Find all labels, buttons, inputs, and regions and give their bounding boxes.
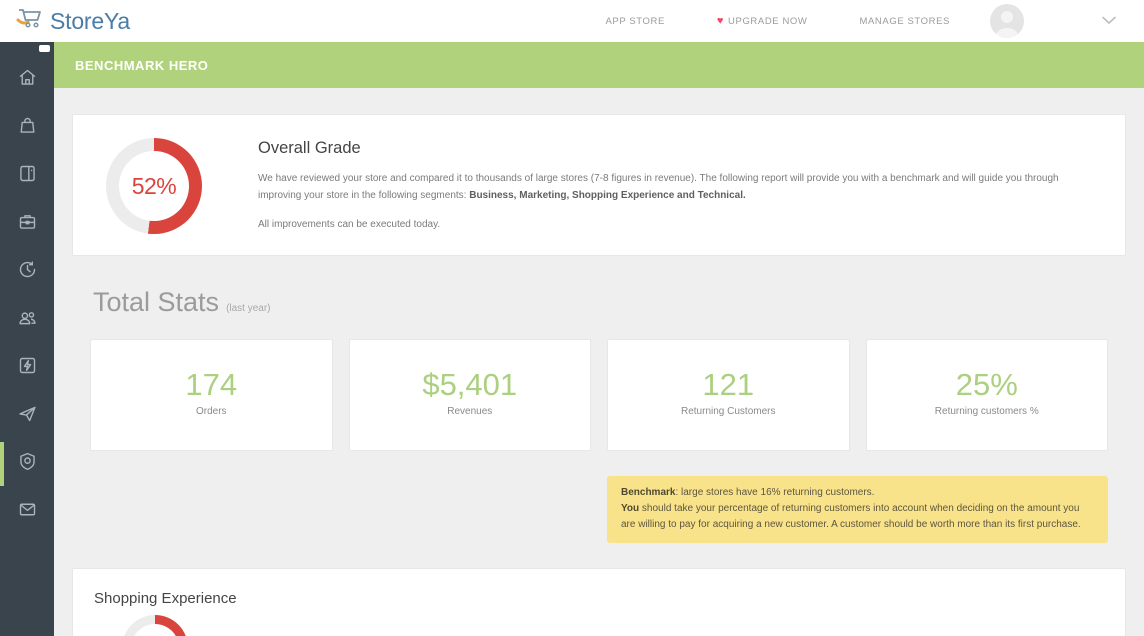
overall-grade-title: Overall Grade — [258, 139, 1073, 158]
overall-grade-description: We have reviewed your store and compared… — [258, 171, 1073, 204]
sidebar-nav — [0, 42, 54, 636]
history-clock-icon — [17, 259, 38, 285]
overall-grade-donut: 52% — [106, 138, 202, 234]
stat-value: 25% — [867, 367, 1108, 403]
nav-upgrade-now[interactable]: ♥ UPGRADE NOW — [717, 16, 808, 27]
book-icon — [17, 163, 38, 189]
home-icon — [17, 67, 38, 93]
user-avatar[interactable] — [990, 4, 1024, 38]
shopping-experience-donut — [122, 615, 188, 636]
heart-icon: ♥ — [717, 16, 724, 27]
nav-manage-label: MANAGE STORES — [859, 16, 950, 27]
sidebar-item-customers[interactable] — [0, 296, 54, 344]
sidebar-item-catalog[interactable] — [0, 152, 54, 200]
cart-logo-icon — [16, 6, 46, 37]
sidebar-collapse-handle[interactable] — [39, 45, 50, 52]
overall-grade-percent: 52% — [132, 173, 177, 200]
stat-label: Orders — [91, 406, 332, 417]
total-stats-subtitle: (last year) — [226, 303, 270, 314]
benchmark-note: Benchmark: large stores have 16% returni… — [607, 476, 1108, 543]
nav-manage-stores[interactable]: MANAGE STORES — [859, 16, 950, 27]
sidebar-item-home[interactable] — [0, 56, 54, 104]
sidebar-item-business[interactable] — [0, 200, 54, 248]
note-line1: : large stores have 16% returning custom… — [675, 487, 874, 498]
stat-label: Revenues — [350, 406, 591, 417]
mail-icon — [17, 499, 38, 525]
chevron-down-icon[interactable] — [1102, 12, 1116, 30]
send-rocket-icon — [17, 403, 38, 429]
donut-hole: 52% — [119, 151, 189, 221]
benchmark-hero-banner: BENCHMARK HERO — [54, 42, 1144, 88]
stat-value: $5,401 — [350, 367, 591, 403]
note-bold-benchmark: Benchmark — [621, 487, 675, 498]
stat-label: Returning Customers — [608, 406, 849, 417]
stat-card-returning-customers: 121 Returning Customers — [607, 339, 850, 451]
sidebar-item-benchmark[interactable] — [0, 440, 54, 488]
stat-value: 121 — [608, 367, 849, 403]
storeya-logo[interactable]: StoreYa — [16, 6, 130, 37]
header-nav: APP STORE ♥ UPGRADE NOW MANAGE STORES — [605, 16, 950, 27]
top-header: StoreYa APP STORE ♥ UPGRADE NOW MANAGE S… — [0, 0, 1144, 42]
nav-upgrade-label: UPGRADE NOW — [728, 16, 807, 27]
shield-icon — [17, 451, 38, 477]
note-line2: should take your percentage of returning… — [621, 503, 1081, 530]
logo-text: StoreYa — [50, 8, 130, 35]
shopping-experience-card: Shopping Experience — [72, 568, 1126, 636]
stat-value: 174 — [91, 367, 332, 403]
sidebar-item-messages[interactable] — [0, 488, 54, 536]
stat-label: Returning customers % — [867, 406, 1108, 417]
flash-box-icon — [17, 355, 38, 381]
sidebar-item-launch[interactable] — [0, 392, 54, 440]
total-stats-title: Total Stats — [93, 287, 219, 318]
page-title: BENCHMARK HERO — [75, 58, 208, 73]
shopping-experience-title: Shopping Experience — [94, 590, 1125, 607]
nav-app-store[interactable]: APP STORE — [605, 16, 664, 27]
briefcase-icon — [17, 211, 38, 237]
stat-card-revenues: $5,401 Revenues — [349, 339, 592, 451]
sidebar-item-shop[interactable] — [0, 104, 54, 152]
note-bold-you: You — [621, 503, 639, 514]
users-icon — [17, 307, 38, 333]
stats-row: 174 Orders $5,401 Revenues 121 Returning… — [90, 339, 1108, 451]
stat-card-orders: 174 Orders — [90, 339, 333, 451]
shopping-bag-icon — [17, 115, 38, 141]
sidebar-item-history[interactable] — [0, 248, 54, 296]
nav-app-store-label: APP STORE — [605, 16, 664, 27]
overall-grade-card: 52% Overall Grade We have reviewed your … — [72, 114, 1126, 256]
main-content: BENCHMARK HERO 52% Overall Grade We have… — [54, 42, 1144, 636]
sidebar-item-promotions[interactable] — [0, 344, 54, 392]
stat-card-returning-pct: 25% Returning customers % — [866, 339, 1109, 451]
overall-grade-footer: All improvements can be executed today. — [258, 219, 1073, 230]
description-segments: Business, Marketing, Shopping Experience… — [469, 190, 746, 201]
